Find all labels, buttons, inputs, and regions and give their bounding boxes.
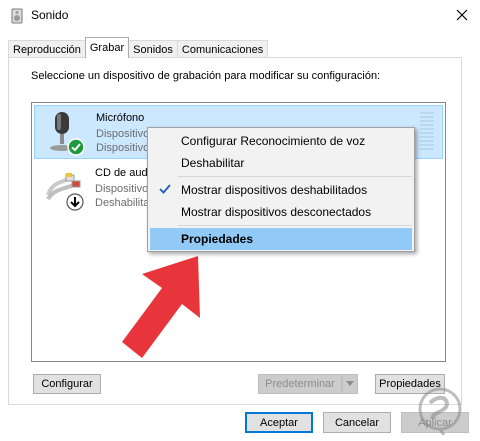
device-description: Dispositivo <box>96 128 150 140</box>
menu-separator <box>178 176 412 177</box>
device-status: Dispositivo <box>96 142 150 154</box>
level-meter <box>420 112 434 152</box>
tab-label: Sonidos <box>133 43 173 56</box>
device-description: Dispositivo <box>95 183 149 195</box>
checkmark-badge-icon <box>67 138 85 156</box>
pointer-arrow-icon <box>122 256 200 358</box>
checkmark-icon <box>159 184 171 194</box>
device-name: CD de aud <box>95 167 148 179</box>
menu-item-label: Configurar Reconocimiento de voz <box>181 134 366 148</box>
set-default-dropdown[interactable] <box>342 374 358 394</box>
menu-item-label: Deshabilitar <box>181 156 245 170</box>
menu-separator <box>178 225 412 226</box>
configure-button[interactable]: Configurar <box>33 374 101 394</box>
device-name: Micrófono <box>96 112 145 124</box>
button-label: Aceptar <box>260 416 298 429</box>
tab-strip: Reproducción Grabar Sonidos Comunicacion… <box>8 37 269 58</box>
menu-item-label: Mostrar dispositivos deshabilitados <box>181 183 368 197</box>
speaker-icon <box>11 8 23 24</box>
cancel-button[interactable]: Cancelar <box>323 412 391 433</box>
menu-item-configure-voice[interactable]: Configurar Reconocimiento de voz <box>150 130 412 152</box>
accept-button[interactable]: Aceptar <box>245 412 313 433</box>
menu-item-label: Mostrar dispositivos desconectados <box>181 205 372 219</box>
tab-label: Reproducción <box>13 43 81 56</box>
set-default-button[interactable]: Predeterminar <box>258 374 342 394</box>
watermark-logo-icon <box>418 387 462 435</box>
instructions-text: Seleccione un dispositivo de grabación p… <box>31 70 381 82</box>
button-label: Cancelar <box>334 416 380 429</box>
menu-item-disable[interactable]: Deshabilitar <box>150 152 412 174</box>
context-menu: Configurar Reconocimiento de voz Deshabi… <box>147 127 415 252</box>
menu-item-show-disconnected[interactable]: Mostrar dispositivos desconectados <box>150 201 412 223</box>
menu-item-properties[interactable]: Propiedades <box>150 228 412 250</box>
down-arrow-badge-icon <box>66 193 84 211</box>
button-label: Configurar <box>41 378 93 390</box>
close-icon <box>456 9 468 21</box>
window-title: Sonido <box>31 8 69 22</box>
button-label: Predeterminar <box>265 378 335 390</box>
title-bar: Sonido <box>0 0 480 32</box>
menu-item-label: Propiedades <box>181 232 254 246</box>
tab-sonidos[interactable]: Sonidos <box>128 40 178 58</box>
tab-label: Grabar <box>89 42 125 54</box>
tab-grabar[interactable]: Grabar <box>84 37 130 58</box>
tab-label: Comunicaciones <box>181 43 264 56</box>
tab-reproduccion[interactable]: Reproducción <box>8 40 86 58</box>
menu-item-show-disabled[interactable]: Mostrar dispositivos deshabilitados <box>150 179 412 201</box>
close-button[interactable] <box>444 0 480 30</box>
tab-comunicaciones[interactable]: Comunicaciones <box>176 40 269 58</box>
chevron-down-icon <box>346 381 354 386</box>
